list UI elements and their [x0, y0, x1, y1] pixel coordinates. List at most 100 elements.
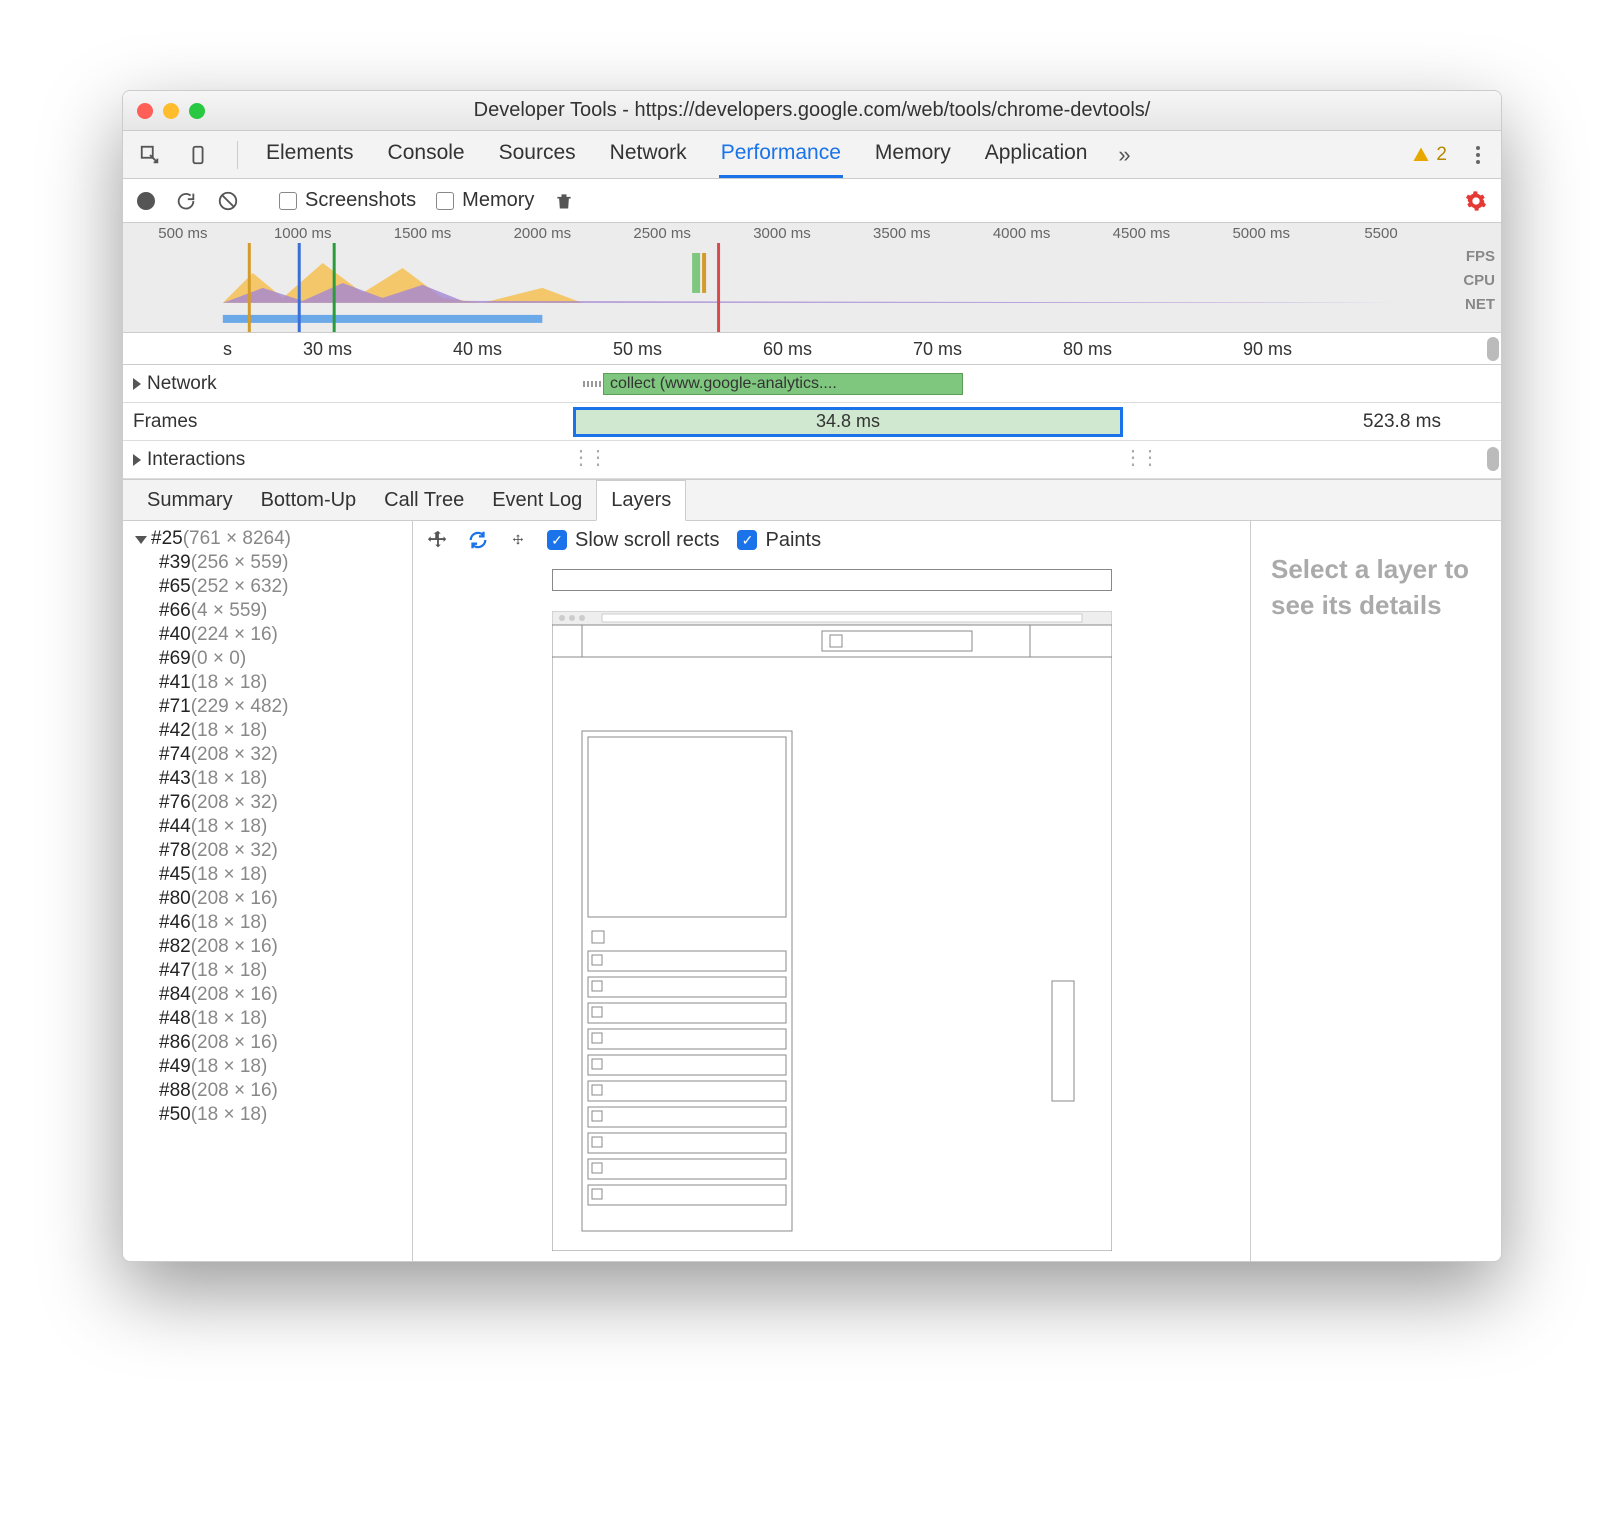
reload-icon[interactable] — [175, 190, 197, 212]
subtab-summary[interactable]: Summary — [133, 480, 247, 520]
layer-tree-item[interactable]: #88(208 × 16) — [129, 1079, 412, 1103]
subtab-bottom-up[interactable]: Bottom-Up — [247, 480, 371, 520]
layer-tree-item[interactable]: #50(18 × 18) — [129, 1103, 412, 1127]
memory-label: Memory — [462, 189, 534, 212]
time-ruler[interactable]: s30 ms40 ms50 ms60 ms70 ms80 ms90 ms — [123, 333, 1501, 365]
layer-size: (18 × 18) — [191, 1008, 268, 1029]
trash-icon[interactable] — [554, 191, 574, 211]
layer-tree-item[interactable]: #42(18 × 18) — [129, 719, 412, 743]
layer-tree-item[interactable]: #69(0 × 0) — [129, 647, 412, 671]
layer-tree-item[interactable]: #71(229 × 482) — [129, 695, 412, 719]
overview-tick: 500 ms — [123, 225, 243, 242]
layer-id: #48 — [159, 1008, 191, 1029]
frames-track[interactable]: Frames 34.8 ms 523.8 ms — [123, 403, 1501, 441]
layer-size: (18 × 18) — [191, 1104, 268, 1125]
kebab-menu-icon[interactable] — [1469, 146, 1487, 164]
paints-label: Paints — [765, 529, 821, 552]
layer-tree-item[interactable]: #82(208 × 16) — [129, 935, 412, 959]
layer-tree-item[interactable]: #66(4 × 559) — [129, 599, 412, 623]
ruler-tick: 40 ms — [453, 339, 502, 360]
net-label: NET — [1463, 293, 1495, 317]
layer-wireframe-preview[interactable] — [552, 611, 1112, 1251]
layer-tree[interactable]: #25(761 × 8264)#39(256 × 559)#65(252 × 6… — [123, 521, 413, 1261]
pan-icon[interactable] — [427, 529, 449, 551]
layer-wireframe[interactable] — [552, 569, 1112, 591]
layer-tree-item[interactable]: #49(18 × 18) — [129, 1055, 412, 1079]
canvas-tools: ✓ Slow scroll rects ✓ Paints — [413, 521, 1250, 559]
device-toggle-icon[interactable] — [185, 142, 211, 168]
tab-elements[interactable]: Elements — [264, 131, 356, 178]
overview-timeline[interactable]: 500 ms1000 ms1500 ms2000 ms2500 ms3000 m… — [123, 223, 1501, 333]
reset-icon[interactable] — [507, 529, 529, 551]
paints-checkbox[interactable]: ✓ Paints — [737, 529, 821, 552]
overview-labels: FPS CPU NET — [1463, 245, 1495, 317]
record-button[interactable] — [137, 192, 155, 210]
layer-tree-item[interactable]: #39(256 × 559) — [129, 551, 412, 575]
drag-handle-icon[interactable]: ⋮⋮ — [1123, 445, 1131, 471]
minimize-icon[interactable] — [163, 103, 179, 119]
more-tabs-icon[interactable]: » — [1111, 142, 1137, 168]
layer-size: (256 × 559) — [191, 552, 289, 573]
warnings-count: 2 — [1436, 144, 1447, 166]
layer-tree-item[interactable]: #74(208 × 32) — [129, 743, 412, 767]
tabs: Elements Console Sources Network Performance… — [264, 131, 1089, 178]
close-icon[interactable] — [137, 103, 153, 119]
tab-network[interactable]: Network — [608, 131, 689, 178]
memory-checkbox[interactable]: Memory — [436, 189, 534, 212]
layer-tree-item[interactable]: #48(18 × 18) — [129, 1007, 412, 1031]
scrollbar-thumb[interactable] — [1487, 337, 1499, 361]
layer-tree-item[interactable]: #41(18 × 18) — [129, 671, 412, 695]
layer-id: #39 — [159, 552, 191, 573]
interactions-track[interactable]: Interactions ⋮⋮ ⋮⋮ — [123, 441, 1501, 479]
tab-performance[interactable]: Performance — [719, 131, 843, 178]
inspect-icon[interactable] — [137, 142, 163, 168]
drag-handle-icon[interactable]: ⋮⋮ — [571, 445, 579, 471]
layer-canvas[interactable] — [413, 559, 1250, 1261]
layer-tree-item[interactable]: #47(18 × 18) — [129, 959, 412, 983]
layer-id: #46 — [159, 912, 191, 933]
maximize-icon[interactable] — [189, 103, 205, 119]
tab-application[interactable]: Application — [983, 131, 1090, 178]
layer-id: #65 — [159, 576, 191, 597]
tab-console[interactable]: Console — [386, 131, 467, 178]
clear-icon[interactable] — [217, 190, 239, 212]
screenshots-checkbox[interactable]: Screenshots — [279, 189, 416, 212]
settings-gear-icon[interactable] — [1465, 190, 1487, 212]
layer-tree-item[interactable]: #76(208 × 32) — [129, 791, 412, 815]
subtab-event-log[interactable]: Event Log — [478, 480, 596, 520]
rotate-icon[interactable] — [467, 529, 489, 551]
tab-sources[interactable]: Sources — [497, 131, 578, 178]
expand-icon[interactable] — [133, 378, 141, 390]
slow-scroll-checkbox[interactable]: ✓ Slow scroll rects — [547, 529, 719, 552]
layer-tree-item[interactable]: #78(208 × 32) — [129, 839, 412, 863]
subtab-layers[interactable]: Layers — [596, 480, 686, 521]
frame-bar[interactable]: 34.8 ms — [573, 407, 1123, 437]
warnings-badge[interactable]: 2 — [1412, 144, 1447, 166]
scrollbar-thumb[interactable] — [1487, 447, 1499, 471]
layer-id: #43 — [159, 768, 191, 789]
layer-tree-item[interactable]: #43(18 × 18) — [129, 767, 412, 791]
layer-size: (18 × 18) — [191, 864, 268, 885]
layer-tree-item[interactable]: #40(224 × 16) — [129, 623, 412, 647]
collapse-icon[interactable] — [135, 536, 147, 544]
layer-tree-item[interactable]: #44(18 × 18) — [129, 815, 412, 839]
layer-size: (208 × 16) — [191, 936, 278, 957]
checkbox-checked-icon: ✓ — [547, 530, 567, 550]
layer-tree-item[interactable]: #80(208 × 16) — [129, 887, 412, 911]
overview-tick: 2000 ms — [482, 225, 602, 242]
network-track[interactable]: Network collect (www.google-analytics...… — [123, 365, 1501, 403]
layer-id: #45 — [159, 864, 191, 885]
layer-tree-item[interactable]: #46(18 × 18) — [129, 911, 412, 935]
layer-tree-item[interactable]: #65(252 × 632) — [129, 575, 412, 599]
subtab-call-tree[interactable]: Call Tree — [370, 480, 478, 520]
expand-icon[interactable] — [133, 454, 141, 466]
layer-tree-item[interactable]: #86(208 × 16) — [129, 1031, 412, 1055]
layer-id: #88 — [159, 1080, 191, 1101]
layer-size: (208 × 32) — [191, 840, 278, 861]
layer-tree-item[interactable]: #25(761 × 8264) — [129, 527, 412, 551]
perf-toolbar: Screenshots Memory — [123, 179, 1501, 223]
network-request-bar[interactable]: collect (www.google-analytics.... — [603, 373, 963, 395]
layer-tree-item[interactable]: #45(18 × 18) — [129, 863, 412, 887]
tab-memory[interactable]: Memory — [873, 131, 953, 178]
layer-tree-item[interactable]: #84(208 × 16) — [129, 983, 412, 1007]
